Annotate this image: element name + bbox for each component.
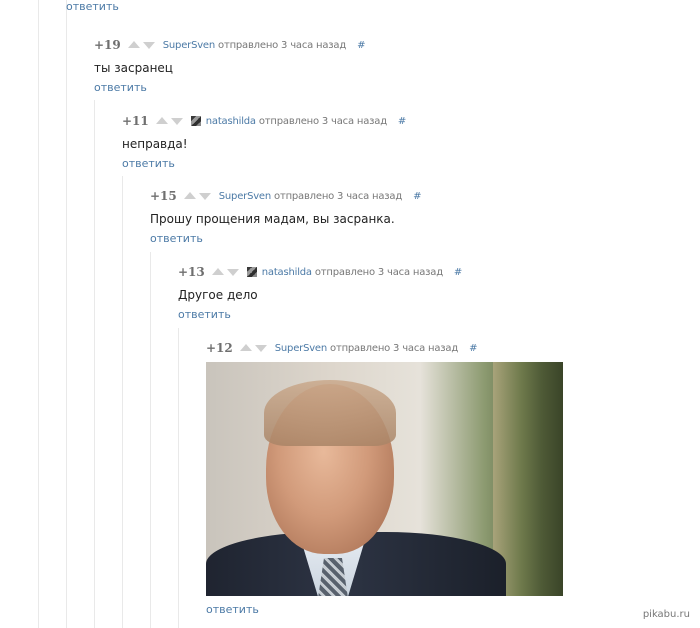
permalink[interactable]: # xyxy=(413,191,421,202)
comment: +19 SuperSven отправлено 3 часа назад # … xyxy=(94,38,365,94)
downvote-icon[interactable] xyxy=(198,193,211,200)
upvote-icon[interactable] xyxy=(127,41,140,48)
author-link[interactable]: SuperSven xyxy=(275,343,327,354)
reply-link[interactable]: ответить xyxy=(122,157,406,170)
comment-text: ты засранец xyxy=(94,61,173,75)
comment-meta: +12 SuperSven отправлено 3 часа назад # xyxy=(206,341,477,355)
comment-text: Другое дело xyxy=(178,288,258,302)
reply-link[interactable]: ответить xyxy=(206,603,259,616)
reply-link[interactable]: ответить xyxy=(94,81,365,94)
upvote-icon[interactable] xyxy=(211,268,224,275)
thread-line xyxy=(66,0,67,628)
comment-meta: +11 natashilda отправлено 3 часа назад # xyxy=(122,114,406,128)
comment-score: +19 xyxy=(94,38,121,52)
comment-score: +12 xyxy=(206,341,233,355)
comment-score: +13 xyxy=(178,265,205,279)
avatar xyxy=(246,267,257,277)
downvote-icon[interactable] xyxy=(170,118,183,125)
downvote-icon[interactable] xyxy=(142,42,155,49)
permalink[interactable]: # xyxy=(357,40,365,51)
comment-text: Прошу прощения мадам, вы засранка. xyxy=(150,212,395,226)
author-link[interactable]: SuperSven xyxy=(219,191,271,202)
upvote-icon[interactable] xyxy=(155,117,168,124)
comment-score: +11 xyxy=(122,114,149,128)
comment: +13 natashilda отправлено 3 часа назад #… xyxy=(178,265,462,321)
watermark: pikabu.ru xyxy=(642,609,690,620)
thread-line xyxy=(178,328,179,628)
reply-link[interactable]: ответить xyxy=(66,0,119,13)
thread-line xyxy=(38,0,39,628)
reply-link[interactable]: ответить xyxy=(178,308,462,321)
avatar xyxy=(190,116,201,126)
comment-time: отправлено 3 часа назад xyxy=(258,115,387,127)
comment-time: отправлено 3 часа назад xyxy=(218,39,347,51)
upvote-icon[interactable] xyxy=(183,192,196,199)
comment-meta: +19 SuperSven отправлено 3 часа назад # xyxy=(94,38,365,52)
author-link[interactable]: natashilda xyxy=(262,267,312,278)
thread-line xyxy=(94,100,95,628)
downvote-icon[interactable] xyxy=(254,345,267,352)
permalink[interactable]: # xyxy=(454,267,462,278)
photo-hair xyxy=(264,380,396,446)
permalink[interactable]: # xyxy=(469,343,477,354)
comment-score: +15 xyxy=(150,189,177,203)
upvote-icon[interactable] xyxy=(239,344,252,351)
comment-time: отправлено 3 часа назад xyxy=(314,266,443,278)
comment-time: отправлено 3 часа назад xyxy=(274,190,403,202)
comment-time: отправлено 3 часа назад xyxy=(330,342,459,354)
author-link[interactable]: SuperSven xyxy=(163,40,215,51)
comment-image xyxy=(206,362,563,596)
comment-meta: +13 natashilda отправлено 3 часа назад # xyxy=(178,265,462,279)
downvote-icon[interactable] xyxy=(226,269,239,276)
comment: +11 natashilda отправлено 3 часа назад #… xyxy=(122,114,406,170)
author-link[interactable]: natashilda xyxy=(206,116,256,127)
thread-line xyxy=(122,176,123,628)
thread-line xyxy=(150,252,151,628)
comment-text: неправда! xyxy=(122,137,188,151)
reply-link[interactable]: ответить xyxy=(150,232,421,245)
comment-meta: +15 SuperSven отправлено 3 часа назад # xyxy=(150,189,421,203)
permalink[interactable]: # xyxy=(398,116,406,127)
comment: +12 SuperSven отправлено 3 часа назад # xyxy=(206,341,477,355)
comment: +15 SuperSven отправлено 3 часа назад # … xyxy=(150,189,421,245)
